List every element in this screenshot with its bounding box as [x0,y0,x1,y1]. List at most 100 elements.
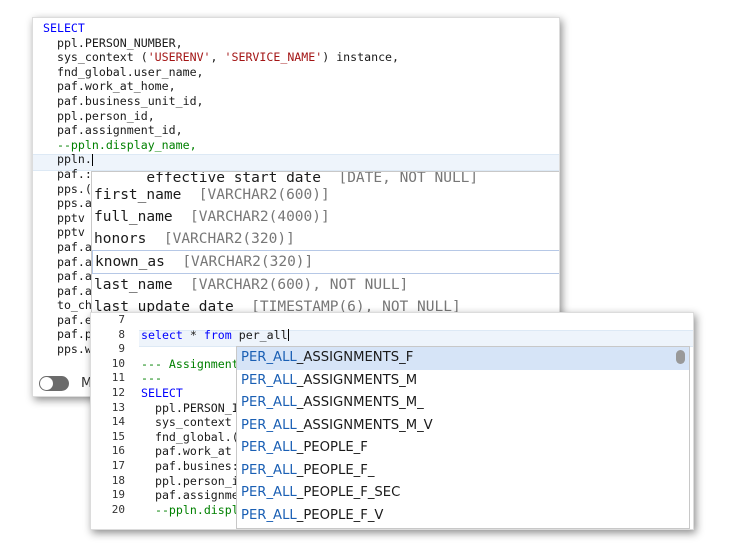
text-caret [91,153,93,166]
suggestion-match: PER_ALL [241,395,297,410]
code-token: paf.e [43,312,92,327]
code-line[interactable]: fnd_global.user_name, [43,65,399,80]
code-token: paf.: [43,166,92,181]
suggestion-item[interactable]: PER_ALL_ASSIGNMENTS_M_V [237,415,689,438]
code-token: paf.a [43,283,92,298]
suggestion-item[interactable]: last_name [VARCHAR2(600), NOT NULL] [92,274,559,296]
code-token: * [182,327,204,342]
suggestion-item[interactable]: PER_ALL_PEOPLE_F_ [237,460,689,483]
suggestion-rest: _ASSIGNMENTS_M_ [296,395,424,410]
suggestion-item[interactable]: honors [VARCHAR2(320)] [92,228,559,250]
code-token: per_all [231,327,288,342]
code-line[interactable] [141,313,289,328]
line-number: 19 [111,488,125,502]
suggestion-rest: _PEOPLE_F_V [296,507,384,523]
line-number-gutter: 7 8 9 10 11 12 13 14 15 16 17 18 19 20 [91,313,139,529]
code-token: paf.a [43,254,92,269]
code-line[interactable]: SELECT [43,21,399,36]
editor-panel-front[interactable]: 7 8 9 10 11 12 13 14 15 16 17 18 19 20 select * from … [90,312,694,530]
code-token: ppl.PERSON_NUMBER, [43,35,183,50]
code-line[interactable]: paf.work_at_home, [43,79,399,94]
suggestion-type: [VARCHAR2(600)] [198,187,330,203]
code-line[interactable]: paf.business_unit_id, [43,94,399,109]
suggestion-type: [VARCHAR2(4000)] [190,209,330,225]
suggestion-type: [VARCHAR2(320)] [163,231,295,247]
suggestion-item[interactable]: known_as [VARCHAR2(320)] [92,250,559,274]
line-number: 20 [111,502,125,516]
suggestion-item[interactable]: PER_ALL_ASSIGNMENTS_M_ [237,392,689,415]
suggestion-rest: _PEOPLE_F [296,440,368,455]
code-line[interactable]: ppln. [43,152,399,167]
suggestion-item-partial[interactable]: effective_start_date [DATE, NOT NULL] [92,172,559,184]
line-number: 8 [118,327,125,341]
code-token: pptv [43,225,85,240]
code-token: --ppln.display_name, [43,137,197,152]
suggestion-scrollbar-thumb[interactable] [676,350,685,364]
line-number: 7 [118,313,125,326]
suggestion-name: effective_start_date [146,172,321,184]
suggestion-type: [VARCHAR2(320)] [182,254,314,270]
code-token: paf.busines: [141,458,239,473]
code-token: paf.a [43,269,92,284]
suggestion-name: first_name [94,187,182,203]
suggestion-match: PER_ALL [241,350,297,365]
code-token: ppl.PERSON_I [141,400,239,415]
code-token: pptv [43,210,85,225]
suggestion-type: [DATE, NOT NULL] [338,172,479,184]
suggestion-item[interactable]: PER_ALL_PEOPLE_F_V [237,505,689,528]
line-number: 13 [111,400,125,414]
suggestion-match: PER_ALL [241,372,297,388]
suggestion-rest: _ASSIGNMENTS_M_V [296,417,433,433]
code-token: fnd_global.( [141,429,239,444]
suggestion-item[interactable]: first_name [VARCHAR2(600)] [92,184,559,206]
suggestion-rest: _PEOPLE_F_SEC [296,485,401,500]
suggestion-match: PER_ALL [241,507,297,523]
line-number: 18 [111,473,125,487]
code-token: ppl.person_id, [43,108,155,123]
line-number: 11 [111,371,125,385]
line-number: 15 [111,429,125,443]
suggestion-item[interactable]: PER_ALL_PEOPLE_F_SEC [237,482,689,505]
code-token: --ppln.displ [141,502,239,517]
code-line[interactable]: sys_context ('USERENV', 'SERVICE_NAME') … [43,50,399,65]
code-token: 'USERENV' [147,50,211,65]
suggestion-item[interactable]: PER_ALL_ASSIGNMENTS_M [237,370,689,393]
code-line[interactable]: ppl.person_id, [43,109,399,124]
suggestion-rest: _PEOPLE_F_ [296,462,375,478]
toggle-switch[interactable] [39,376,69,391]
code-token: , [210,50,225,65]
table-suggestion-list[interactable]: PER_ALL_ASSIGNMENTS_F PER_ALL_ASSIGNMENTS… [236,346,690,529]
code-token: ppl.person_i [141,473,239,488]
code-token: paf.a [43,239,92,254]
suggestion-name: full_name [94,209,173,225]
suggestion-item[interactable]: PER_ALL_PEOPLE_F [237,437,689,460]
code-line[interactable]: select * from per_all [141,328,289,343]
line-number: 17 [111,458,125,472]
line-number: 10 [111,356,125,370]
code-token: paf.assignment_id, [43,123,183,138]
suggestion-match: PER_ALL [241,440,297,455]
code-token: 'SERVICE_NAME' [224,50,323,65]
code-token: sys_context ( [43,50,148,65]
line-number: 14 [111,415,125,429]
suggestion-type: [VARCHAR2(600), NOT NULL] [190,277,409,293]
code-line[interactable]: paf.assignment_id, [43,123,399,138]
suggestion-item[interactable]: full_name [VARCHAR2(4000)] [92,206,559,228]
line-number: 9 [118,342,125,356]
suggestion-name: last_name [94,277,173,293]
code-token: SELECT [141,385,183,400]
code-line[interactable]: --ppln.display_name, [43,138,399,153]
code-line[interactable]: ppl.PERSON_NUMBER, [43,36,399,51]
code-token: --- [141,371,162,386]
suggestion-item[interactable]: PER_ALL_ASSIGNMENTS_F [237,347,689,370]
code-token: pps.a [43,196,92,211]
code-token: paf.business_unit_id, [43,93,204,108]
column-suggestion-list[interactable]: effective_start_date [DATE, NOT NULL] fi… [91,171,559,316]
suggestion-match: PER_ALL [241,417,297,433]
code-token: paf.work_at [141,444,232,459]
suggestion-match: PER_ALL [241,462,297,478]
code-token: from [203,327,232,342]
toggle-knob [40,377,53,390]
code-token: pps.( [43,181,92,196]
line-number: 12 [111,385,125,399]
